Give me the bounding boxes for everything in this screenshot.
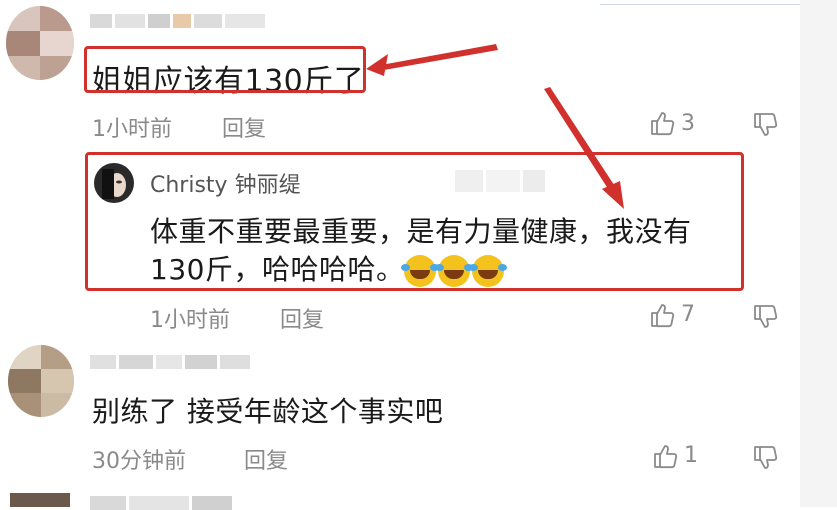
username-pixelated: [90, 496, 232, 510]
thumbs-down-icon[interactable]: [752, 304, 778, 330]
next-comment-avatar-partial: [10, 493, 70, 507]
timestamp: 1小时前: [92, 117, 172, 142]
author-badge-pixelated: [455, 170, 545, 192]
reply-text-line-1: 体重不重要最重要，是有力量健康，我没有: [150, 215, 692, 248]
right-edge-gutter: [800, 0, 837, 507]
comment-text: 别练了 接受年龄这个事实吧: [92, 395, 444, 428]
timestamp: 30分钟前: [92, 449, 186, 474]
username-pixelated: [90, 355, 250, 369]
rofl-emoji: [435, 255, 471, 287]
reply-text-line-2-content: 130斤，哈哈哈哈。: [150, 253, 405, 286]
reply-button[interactable]: 回复: [244, 443, 288, 475]
thumbs-up-icon[interactable]: [652, 443, 678, 469]
reply-text-line-2: 130斤，哈哈哈哈。: [150, 248, 506, 288]
rofl-emoji: [401, 255, 437, 287]
reply-button[interactable]: 回复: [280, 302, 324, 334]
reply-button[interactable]: 回复: [222, 111, 266, 143]
thumbs-down-icon[interactable]: [752, 112, 778, 138]
thumbs-down-icon[interactable]: [752, 445, 778, 471]
rofl-emoji: [469, 255, 505, 287]
author-avatar[interactable]: [94, 163, 134, 203]
thumbs-up-icon[interactable]: [649, 110, 675, 136]
reply-author-name[interactable]: Christy 钟丽缇: [150, 167, 301, 199]
pixelated-avatar-image: [8, 345, 74, 417]
red-arrow: [366, 44, 498, 76]
reply-timestamp: 1小时前: [150, 308, 230, 333]
avatar[interactable]: [8, 345, 74, 417]
avatar[interactable]: [6, 6, 74, 80]
highlight-box: [84, 46, 366, 93]
thumbs-up-icon[interactable]: [649, 302, 675, 328]
like-count: 3: [681, 111, 695, 136]
pixelated-avatar-image: [6, 6, 74, 80]
like-count: 7: [681, 302, 695, 327]
top-edge-border: [600, 0, 800, 5]
username-pixelated: [90, 14, 265, 28]
author-avatar-image: [94, 163, 134, 203]
red-arrow: [544, 87, 624, 209]
like-count: 1: [684, 443, 698, 468]
